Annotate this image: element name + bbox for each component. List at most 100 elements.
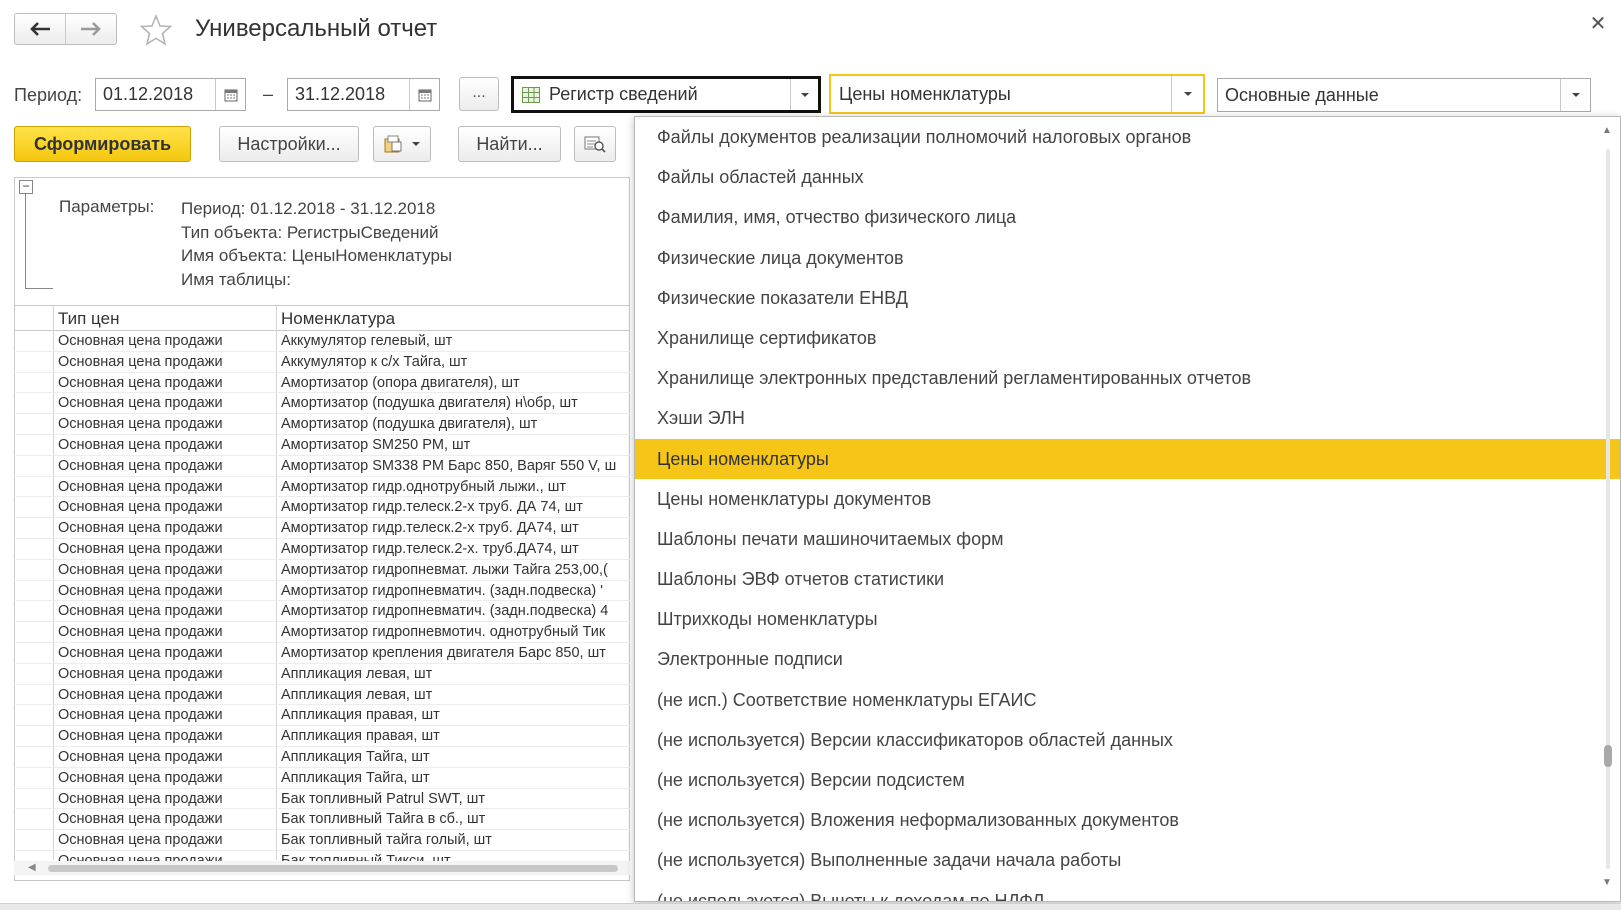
table-row[interactable]: Основная цена продажи Аккумулятор гелевый… [14,331,630,352]
column-header-price-type[interactable]: Тип цен [58,309,119,329]
cell-nomenclature: Бак топливный Тикси, шт [281,852,451,861]
cell-price-type: Основная цена продажи [58,457,223,474]
dropdown-scrollbar[interactable]: ▲ ▼ [1600,125,1616,895]
table-grid-icon [522,86,540,103]
table-row[interactable]: Основная цена продажи Амортизатор (подушк… [14,393,630,415]
dropdown-item[interactable]: (не используется) Версии классификаторов… [635,720,1620,760]
table-row[interactable]: Основная цена продажи Бак топливный Тайга… [14,809,630,831]
chevron-down-icon[interactable] [790,79,818,110]
cell-price-type: Основная цена продажи [58,333,223,349]
settings-button[interactable]: Настройки... [219,126,359,162]
dropdown-item[interactable]: Физические лица документов [635,238,1620,278]
table-row[interactable]: Основная цена продажи Аппликация правая, … [14,726,630,747]
close-icon[interactable]: ✕ [1588,14,1608,34]
dropdown-item[interactable]: Цены номенклатуры документов [635,479,1620,519]
variants-button[interactable] [373,126,431,162]
find-button[interactable]: Найти... [458,126,561,162]
cell-price-type: Основная цена продажи [58,852,223,861]
table-row[interactable]: Основная цена продажи Амортизатор гидр.те… [14,539,630,560]
dropdown-item[interactable]: Хранилище электронных представлений регл… [635,358,1620,398]
scroll-up-icon[interactable]: ▲ [1602,125,1612,136]
table-row[interactable]: Основная цена продажи Амортизатор гидр.те… [14,497,630,519]
scrollbar-thumb[interactable] [1604,745,1612,767]
dropdown-item[interactable]: Файлы документов реализации полномочий н… [635,117,1620,157]
scrollbar-thumb[interactable] [48,865,618,872]
param-period: Период: 01.12.2018 - 31.12.2018 [181,199,436,218]
table-row[interactable]: Основная цена продажи Амортизатор гидр.од… [14,477,630,498]
table-row[interactable]: Основная цена продажи Бак топливный Patru… [14,789,630,810]
table-row[interactable]: Основная цена продажи Аппликация левая, ш… [14,685,630,706]
cell-price-type: Основная цена продажи [58,790,223,807]
table-row[interactable]: Основная цена продажи Бак топливный тайга… [14,830,630,851]
chevron-down-icon[interactable] [1560,79,1590,111]
dropdown-item[interactable]: Штрихкоды номенклатуры [635,599,1620,639]
chevron-down-icon[interactable] [1171,76,1203,112]
table-row[interactable]: Основная цена продажи Амортизатор SM250 P… [14,435,630,456]
search-replace-button[interactable] [574,126,616,162]
collapse-toggle[interactable]: − [19,180,33,194]
table-select[interactable]: Основные данные [1217,78,1591,112]
cell-price-type: Основная цена продажи [58,686,223,703]
scroll-left-icon[interactable]: ◀ [28,862,36,873]
dropdown-item[interactable]: Физические показатели ЕНВД [635,278,1620,318]
dropdown-item[interactable]: Файлы областей данных [635,157,1620,197]
favorite-star-icon[interactable] [140,14,172,46]
generate-button[interactable]: Сформировать [14,126,191,162]
dropdown-item[interactable]: (не используется) Версии подсистем [635,760,1620,800]
window-bottom-border [0,903,1621,910]
horizontal-scrollbar[interactable]: ◀ [14,861,630,875]
object-name-select[interactable]: Цены номенклатуры [829,74,1205,114]
dropdown-item[interactable]: Шаблоны печати машиночитаемых форм [635,519,1620,559]
object-type-select[interactable]: Регистр сведений [511,76,821,113]
table-row[interactable]: Основная цена продажи Амортизатор гидр.те… [14,518,630,539]
cell-price-type: Основная цена продажи [58,624,223,641]
dropdown-item[interactable]: Хранилище сертификатов [635,318,1620,358]
calendar-icon[interactable] [215,79,245,110]
table-row[interactable]: Основная цена продажи Амортизатор (подушк… [14,414,630,435]
period-to-field[interactable]: 31.12.2018 [287,78,440,111]
dropdown-item[interactable]: Электронные подписи [635,639,1620,679]
dropdown-item[interactable]: (не используется) Выполненные задачи нач… [635,840,1620,880]
column-header-nomenclature[interactable]: Номенклатура [281,309,395,329]
dropdown-item[interactable]: Шаблоны ЭВФ отчетов статистики [635,559,1620,599]
table-row[interactable]: Основная цена продажи Амортизатор гидропн… [14,581,630,602]
dropdown-item[interactable]: (не используется) Вложения неформализова… [635,800,1620,840]
cell-price-type: Основная цена продажи [58,832,223,849]
table-row[interactable]: Основная цена продажи Аппликация правая, … [14,705,630,727]
cell-nomenclature: Амортизатор (подушка двигателя) н\обр, ш… [281,395,578,412]
cell-price-type: Основная цена продажи [58,395,223,412]
table-row[interactable]: Основная цена продажи Аппликация Тайга, ш… [14,747,630,768]
table-row[interactable]: Основная цена продажи Аппликация Тайга, ш… [14,768,630,789]
dropdown-item[interactable]: Цены номенклатуры [635,438,1620,479]
period-more-button[interactable]: ... [459,77,499,111]
param-object-name: Имя объекта: ЦеныНоменклатуры [181,246,453,265]
table-row[interactable]: Основная цена продажи Амортизатор гидропн… [14,622,630,643]
cell-nomenclature: Амортизатор гидр.однотрубный лыжи., шт [281,478,566,495]
table-row[interactable]: Основная цена продажи Амортизатор SM338 P… [14,456,630,477]
dropdown-item[interactable]: Фамилия, имя, отчество физического лица [635,197,1620,237]
cell-nomenclature: Амортизатор (подушка двигателя), шт [281,416,538,433]
table-row[interactable]: Основная цена продажи Амортизатор гидропн… [14,601,630,623]
table-row[interactable]: Основная цена продажи Амортизатор гидропн… [14,560,630,581]
scroll-down-icon[interactable]: ▼ [1602,877,1612,888]
cell-nomenclature: Аппликация правая, шт [281,707,440,724]
cell-price-type: Основная цена продажи [58,520,223,537]
back-button[interactable] [15,14,65,44]
dropdown-item[interactable]: (не исп.) Соответствие номенклатуры ЕГАИ… [635,680,1620,720]
table-row[interactable]: Основная цена продажи Аппликация левая, ш… [14,664,630,685]
params-block: Период: 01.12.2018 - 31.12.2018 Тип объе… [181,197,452,291]
period-label: Период: [14,85,83,105]
period-from-field[interactable]: 01.12.2018 [95,78,246,111]
table-row[interactable]: Основная цена продажи Амортизатор (опора … [14,373,630,394]
table-row[interactable]: Основная цена продажи Бак топливный Тикси… [14,851,630,861]
cell-nomenclature: Аккумулятор к с/х Тайга, шт [281,353,468,370]
table-header: Тип цен Номенклатура [14,305,630,331]
calendar-icon[interactable] [409,79,439,110]
table-row[interactable]: Основная цена продажи Аккумулятор к с/х Т… [14,352,630,373]
dropdown-item[interactable]: (не используется) Вычеты к доходам по НД… [635,881,1620,901]
dropdown-item[interactable]: Хэши ЭЛН [635,398,1620,438]
forward-button[interactable] [65,14,116,44]
cell-price-type: Основная цена продажи [58,353,223,370]
cell-price-type: Основная цена продажи [58,603,223,620]
table-row[interactable]: Основная цена продажи Амортизатор креплен… [14,643,630,664]
